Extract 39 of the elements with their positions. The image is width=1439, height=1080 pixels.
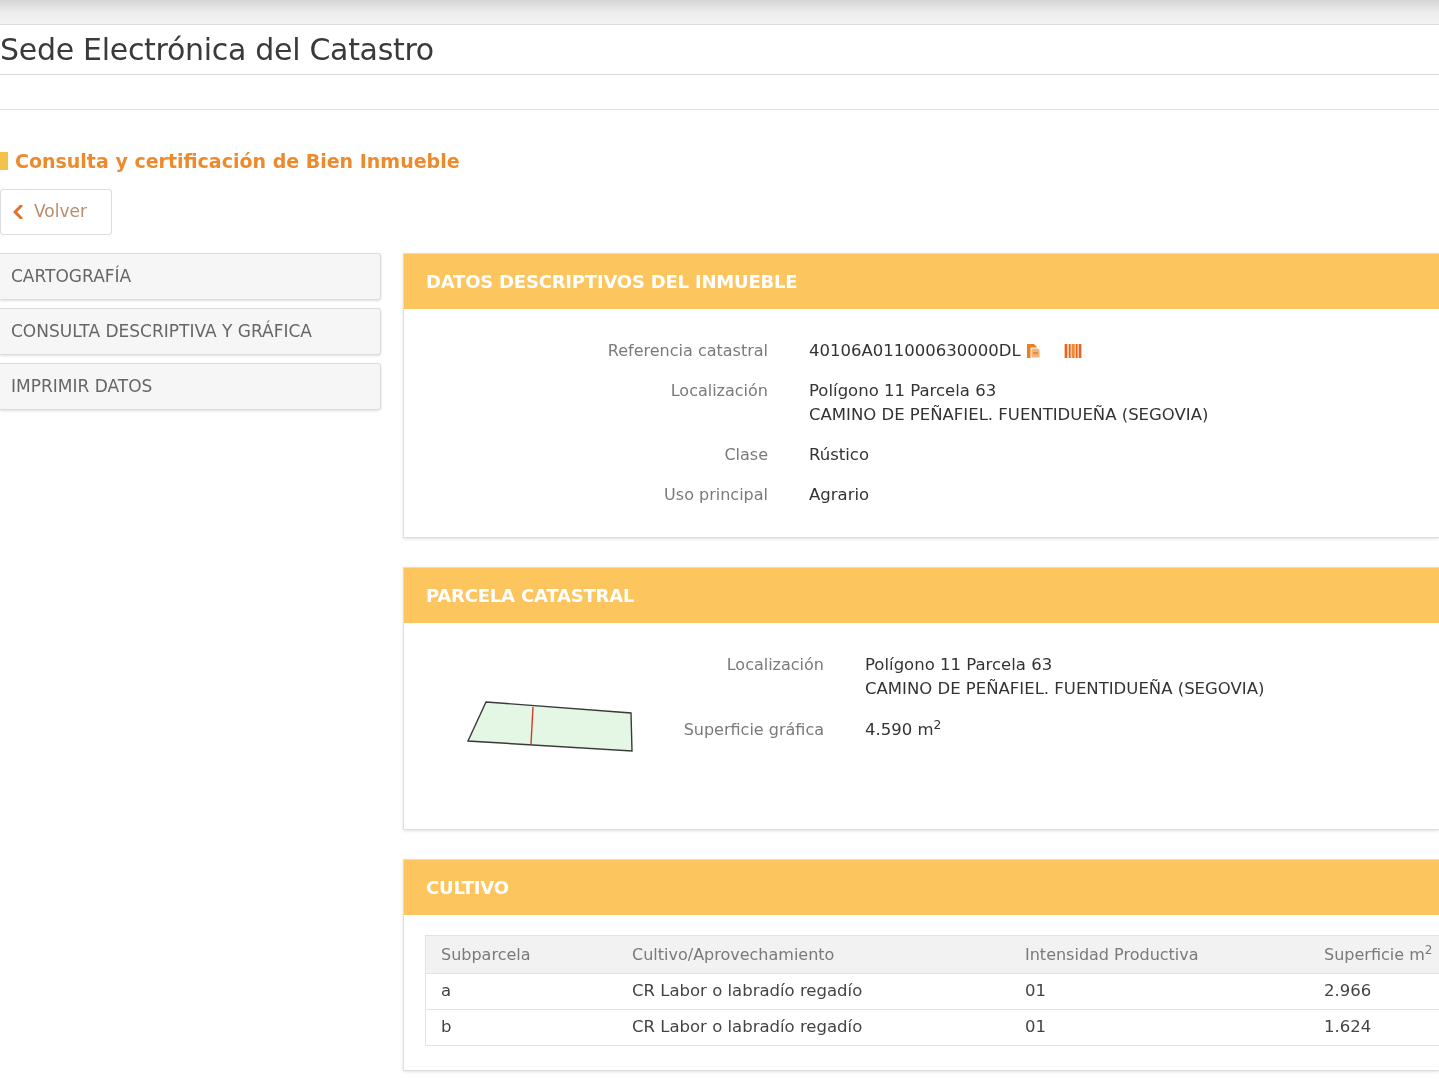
field-value: 40106A011000630000DL (809, 340, 1021, 362)
field-label: Localización (725, 654, 824, 676)
barcode-icon (1063, 343, 1082, 359)
chevron-left-icon (12, 205, 24, 219)
field-value: Rústico (809, 444, 869, 466)
table-cell: a (441, 981, 452, 1001)
column-header: Superficie m$^{2}$ (1324, 944, 1433, 964)
field-value: Polígono 11 Parcela 63 (809, 380, 998, 402)
column-header: Cultivo/Aprovechamiento (632, 944, 835, 964)
field-value: CAMINO DE PEÑAFIEL. FUENTIDUEÑA (SEGOVIA) (809, 404, 1209, 426)
square-icon (0, 152, 8, 170)
panel-title: PARCELA CATASTRAL (426, 584, 635, 608)
back-button[interactable]: Volver (0, 189, 112, 235)
field-label: Clase (723, 444, 768, 466)
field-label: Uso principal (663, 484, 768, 506)
field-value: Agrario (809, 484, 870, 506)
field-label: Localización (669, 380, 768, 402)
site-title: Sede Electrónica del Catastro (0, 34, 434, 65)
page-heading: Consulta y certificación de Bien Inmueble (15, 148, 460, 174)
field-value: Polígono 11 Parcela 63 (865, 654, 1054, 676)
table-cell: CR Labor o labradío regadío (632, 981, 863, 1001)
panel-title: CULTIVO (426, 876, 509, 900)
field-label: Referencia catastral (606, 340, 768, 362)
table-cell: 1.624 (1324, 1017, 1372, 1037)
table-cell: 01 (1025, 981, 1046, 1001)
table-cell: 01 (1025, 1017, 1046, 1037)
field-label: Superficie gráfica (682, 719, 824, 741)
table-cell: 2.966 (1324, 981, 1372, 1001)
copy-icon (1024, 343, 1042, 359)
sidebar-item[interactable]: CONSULTA DESCRIPTIVA Y GRÁFICA (0, 308, 381, 355)
table-cell: CR Labor o labradío regadío (632, 1017, 863, 1037)
column-header: Subparcela (441, 944, 531, 964)
table-cell: b (441, 1017, 452, 1037)
sidebar-item[interactable]: CARTOGRAFÍA (0, 253, 381, 300)
field-value: 4.590 m$^{2}$ (865, 718, 942, 741)
column-header: Intensidad Productiva (1025, 944, 1199, 964)
sidebar-item[interactable]: IMPRIMIR DATOS (0, 363, 381, 410)
panel-title: DATOS DESCRIPTIVOS DEL INMUEBLE (426, 270, 798, 294)
field-value: CAMINO DE PEÑAFIEL. FUENTIDUEÑA (SEGOVIA) (865, 678, 1265, 700)
